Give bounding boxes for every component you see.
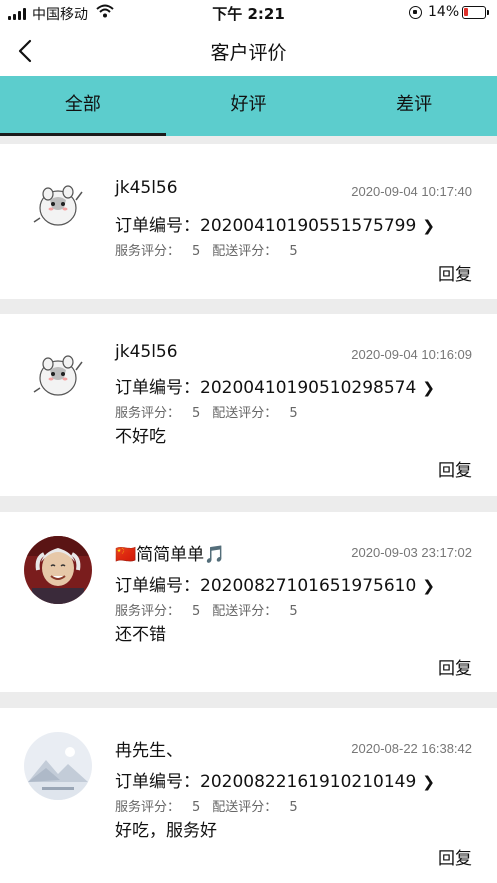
- order-label: 订单编号：: [115, 772, 200, 792]
- service-label: 服务评分：: [115, 406, 181, 421]
- reply-button[interactable]: 回复: [438, 456, 472, 481]
- order-number: 20200822161910210149: [200, 772, 417, 792]
- review-card: jk45l56 2020-09-04 10:16:09 订单编号：2020041…: [0, 314, 497, 496]
- service-label: 服务评分：: [115, 244, 181, 259]
- rating-row: 服务评分： 5 配送评分： 5: [115, 600, 298, 619]
- landscape-avatar-icon: [24, 732, 92, 800]
- review-comment: 还不错: [115, 625, 166, 645]
- chevron-right-icon: ❯: [422, 577, 435, 595]
- rating-row: 服务评分： 5 配送评分： 5: [115, 796, 298, 815]
- rating-row: 服务评分： 5 配送评分： 5: [115, 240, 298, 259]
- service-score: 5: [192, 604, 201, 619]
- review-time: 2020-09-04 10:17:40: [351, 184, 472, 199]
- tab-positive[interactable]: 好评: [166, 76, 332, 136]
- order-number-link[interactable]: 订单编号：20200410190551575799 ❯: [115, 211, 435, 236]
- review-time: 2020-08-22 16:38:42: [351, 741, 472, 756]
- order-label: 订单编号：: [115, 216, 200, 236]
- review-card: 🇨🇳简简单单🎵 2020-09-03 23:17:02 订单编号：2020082…: [0, 512, 497, 692]
- delivery-score: 5: [289, 800, 298, 815]
- tab-bar: 全部 好评 差评: [0, 76, 497, 136]
- tab-negative[interactable]: 差评: [331, 76, 497, 136]
- chevron-right-icon: ❯: [422, 773, 435, 791]
- service-score: 5: [192, 406, 201, 421]
- delivery-score: 5: [289, 244, 298, 259]
- reviewer-name: jk45l56: [115, 342, 178, 362]
- order-number: 20200410190510298574: [200, 378, 417, 398]
- hamster-avatar-icon: [24, 340, 92, 408]
- rotation-lock-icon: [409, 6, 422, 19]
- service-score: 5: [192, 800, 201, 815]
- reviewer-name: 🇨🇳简简单单🎵: [115, 545, 226, 565]
- order-label: 订单编号：: [115, 576, 200, 596]
- delivery-score: 5: [289, 604, 298, 619]
- order-number-link[interactable]: 订单编号：20200822161910210149 ❯: [115, 767, 435, 792]
- service-label: 服务评分：: [115, 800, 181, 815]
- review-comment: 好吃，服务好: [115, 821, 217, 841]
- reviewer-name: 冉先生、: [115, 741, 183, 761]
- review-comment: 不好吃: [115, 427, 166, 447]
- order-number-link[interactable]: 订单编号：20200827101651975610 ❯: [115, 571, 435, 596]
- order-number: 20200827101651975610: [200, 576, 417, 596]
- order-label: 订单编号：: [115, 378, 200, 398]
- chevron-right-icon: ❯: [422, 217, 435, 235]
- service-label: 服务评分：: [115, 604, 181, 619]
- hamster-avatar-icon: [24, 170, 92, 238]
- reviewer-name: jk45l56: [115, 178, 178, 198]
- battery-percent: 14%: [428, 4, 460, 20]
- rating-row: 服务评分： 5 配送评分： 5: [115, 402, 298, 421]
- review-time: 2020-09-03 23:17:02: [351, 545, 472, 560]
- reply-button[interactable]: 回复: [438, 654, 472, 679]
- status-bar: 中国移动 下午 2:21 14%: [0, 0, 497, 26]
- battery-icon: [462, 6, 489, 19]
- review-card: 冉先生、 2020-08-22 16:38:42 订单编号：2020082216…: [0, 708, 497, 883]
- photo-avatar-icon: [24, 536, 92, 604]
- tab-all[interactable]: 全部: [0, 76, 166, 136]
- delivery-label: 配送评分：: [212, 800, 278, 815]
- review-card: jk45l56 2020-09-04 10:17:40 订单编号：2020041…: [0, 144, 497, 299]
- delivery-label: 配送评分：: [212, 406, 278, 421]
- page-title: 客户评价: [210, 42, 287, 64]
- order-number-link[interactable]: 订单编号：20200410190510298574 ❯: [115, 373, 435, 398]
- delivery-label: 配送评分：: [212, 604, 278, 619]
- review-time: 2020-09-04 10:16:09: [351, 347, 472, 362]
- reply-button[interactable]: 回复: [438, 844, 472, 869]
- reply-button[interactable]: 回复: [438, 260, 472, 285]
- nav-bar: 客户评价: [0, 26, 497, 76]
- delivery-score: 5: [289, 406, 298, 421]
- delivery-label: 配送评分：: [212, 244, 278, 259]
- status-time: 下午 2:21: [212, 5, 285, 23]
- order-number: 20200410190551575799: [200, 216, 417, 236]
- chevron-right-icon: ❯: [422, 379, 435, 397]
- service-score: 5: [192, 244, 201, 259]
